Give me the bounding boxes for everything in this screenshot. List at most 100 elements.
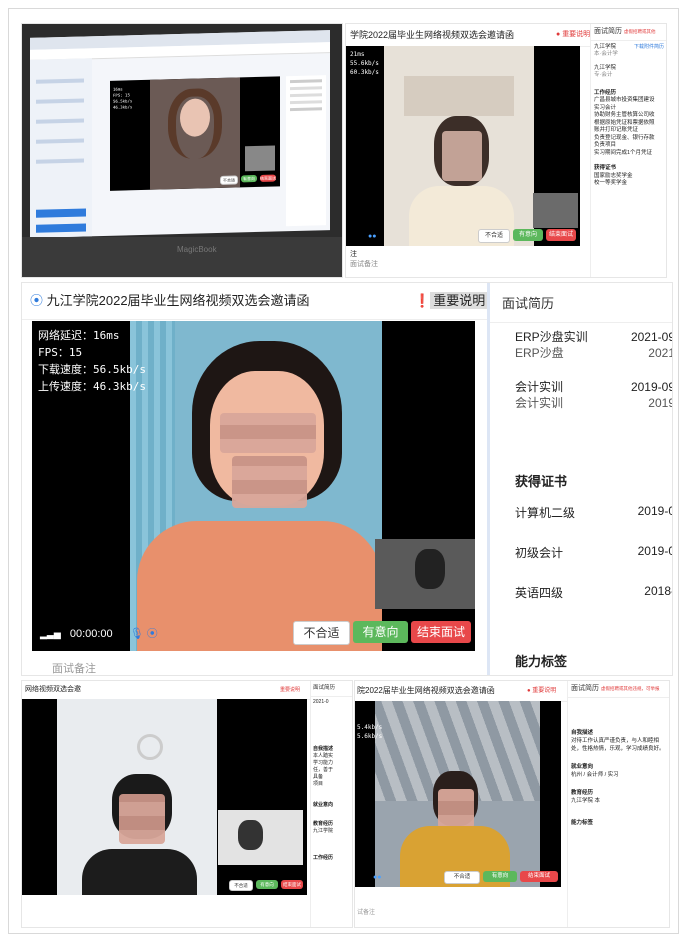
certs-title: 获得证书 xyxy=(515,474,568,489)
call-timer: 00:00:00 xyxy=(69,628,113,640)
stat-latency: 网络延迟：16ms xyxy=(38,329,120,342)
self-desc-title: 自我描述 xyxy=(571,730,594,736)
work-desc-1: 协助财务主管核算公司收 xyxy=(594,112,655,118)
skills-title: 能力标签 xyxy=(515,654,568,669)
certs-section-title: 获得证书 xyxy=(594,165,617,171)
training-section: ERP沙盘实训 2021-09 ERP沙盘 2021 会计实训 2019-09 会计实… xyxy=(515,329,672,411)
job-intent-text: 杭州 / 会计师 / 实习 xyxy=(571,772,619,778)
interested-button[interactable]: 有意向 xyxy=(513,229,543,241)
call-controls: 不合适 有意向 结束面试 xyxy=(478,229,576,243)
report-link[interactable]: 虚假招聘或其他违规，可举报 xyxy=(601,686,660,691)
camera-icon[interactable]: ⦿ xyxy=(147,628,158,640)
self-desc-title: 自我描述 xyxy=(313,746,334,752)
training-name-2: 会计实训 xyxy=(515,380,564,394)
job-intent-title: 就业意向 xyxy=(571,764,594,770)
work-desc-2: 根据原始凭证和票据依照 xyxy=(594,119,655,126)
stat-fps: FPS：15 xyxy=(38,346,83,359)
report-link[interactable]: 虚假招聘或其他 xyxy=(624,29,656,34)
interested-button[interactable]: 有意向 xyxy=(256,880,278,889)
training-date2-2: 2019 xyxy=(648,396,672,410)
job-intent-title: 就业意向 xyxy=(313,802,334,808)
sidebar-blue-button[interactable] xyxy=(36,208,86,218)
call-controls: 不合适 有意向 结束面试 xyxy=(444,871,558,884)
important-notice-link[interactable]: 重要说明 xyxy=(280,681,300,699)
resume-title-text: 面试简历 xyxy=(571,685,599,692)
stat-upload: 5.6kb/s xyxy=(357,733,383,740)
fan-icon xyxy=(137,734,163,760)
bottom-right-panel: 院2022届毕业生网络视频双选会邀请函 ● 重要说明 5.4kb/s 5.6kb… xyxy=(355,681,669,927)
resume-sidebar: 面试简历 虚假招聘或其他 九江学院 下载附件简历 本·会计学 九江学院 专·会计 … xyxy=(590,24,666,277)
interested-button[interactable]: 有意向 xyxy=(241,174,257,183)
download-resume-link[interactable]: 下载附件简历 xyxy=(634,44,664,52)
bottom-left-header: 网络视频双选会邀 重要说明 xyxy=(22,681,352,700)
work-title: 工作经历 xyxy=(313,855,334,861)
mic-icon[interactable]: ●● xyxy=(373,874,381,881)
work-desc-6: 实习期间完成1个月凭证 xyxy=(594,149,653,156)
edu-school-1: 九江学院 xyxy=(594,43,617,50)
reject-button[interactable]: 不合适 xyxy=(293,621,350,645)
main-interview-panel: ⦿ 九江学院2022届毕业生网络视频双选会邀请函 ❗ 重要说明 网络延迟：16ms… xyxy=(22,283,672,675)
sidebar-blue-button-2[interactable] xyxy=(36,223,86,233)
mic-icon[interactable]: 🎙 xyxy=(130,628,144,640)
end-interview-button[interactable]: 结束面试 xyxy=(281,880,303,889)
interested-button[interactable]: 有意向 xyxy=(353,621,408,643)
stat-upload: 60.3kb/s xyxy=(350,69,379,76)
resume-title: 面试简历 xyxy=(311,681,352,697)
work-role: 实习会计 xyxy=(594,104,617,111)
important-notice-link[interactable]: ❗ 重要说明 xyxy=(414,283,489,319)
connection-stats: 5.4kb/s 5.6kb/s xyxy=(357,723,382,741)
cert-date-3: 2018- xyxy=(644,584,672,598)
training-item-1: ERP沙盘实训 2021-09 xyxy=(515,329,672,345)
training-date2-1: 2021 xyxy=(648,346,672,360)
training-item-2: 会计实训 2019-09 xyxy=(515,379,672,395)
cert-item-2: 初级会计 2019-0 xyxy=(515,544,672,584)
candidate-feed xyxy=(130,321,382,651)
stat-download: 5.4kb/s xyxy=(357,724,383,731)
training-date-1: 2021-09 xyxy=(630,330,672,344)
end-interview-button[interactable]: 结束面试 xyxy=(520,871,558,882)
reject-button[interactable]: 不合适 xyxy=(478,229,510,243)
self-desc-4: 具备 xyxy=(313,774,324,780)
cert-name-3: 英语四级 xyxy=(515,586,564,600)
laptop-resume-side xyxy=(286,75,326,227)
signal-icon: ▂▃▅ xyxy=(40,629,61,639)
skills-title: 能力标签 xyxy=(571,820,594,826)
stat-latency: 21ms xyxy=(350,51,365,58)
candidate-feed xyxy=(57,699,217,895)
resume-title: 面试简历 虚假招聘或其他 xyxy=(591,24,666,41)
self-desc-2: 学习能力 xyxy=(313,760,334,766)
important-notice-link[interactable]: ● 重要说明 xyxy=(556,24,590,46)
top-right-panel: 学院2022届毕业生网络视频双选会邀请函 ● 重要说明 21ms 55.6kb/… xyxy=(346,24,666,277)
reject-button[interactable]: 不合适 xyxy=(229,880,253,891)
candidate-feed xyxy=(384,46,534,246)
laptop-stats: 16ms FPS: 15 56.5kb/s 46.3kb/s xyxy=(113,86,132,111)
end-interview-button[interactable]: 结束面试 xyxy=(411,621,471,643)
interested-button[interactable]: 有意向 xyxy=(483,871,517,882)
laptop-screen: 16ms FPS: 15 56.5kb/s 46.3kb/s 不合适 有意向 结… xyxy=(30,30,330,238)
connection-stats: 21ms 55.6kb/s 60.3kb/s xyxy=(350,50,379,77)
self-desc-1: 本人踏实 xyxy=(313,753,334,759)
self-preview xyxy=(218,810,303,865)
reject-button[interactable]: 不合适 xyxy=(220,175,238,185)
main-video-area: 网络延迟：16ms FPS：15 下载速度：56.5kb/s 上传速度：46.3… xyxy=(32,321,475,651)
stat-upload: 上传速度：46.3kb/s xyxy=(38,380,146,393)
important-notice-link[interactable]: ● 重要说明 xyxy=(527,681,556,701)
mic-icon[interactable]: ●● xyxy=(368,233,376,240)
sidebar-nav xyxy=(30,58,92,238)
laptop-stat-down: 56.5kb/s xyxy=(113,98,133,104)
notice-label: 重要说明 xyxy=(430,292,489,309)
end-interview-button[interactable]: 结束面试 xyxy=(546,229,576,241)
edu-major-2: 专·会计 xyxy=(594,72,613,78)
education-title: 教育经历 xyxy=(313,821,334,827)
self-preview xyxy=(375,539,475,609)
reject-button[interactable]: 不合适 xyxy=(444,871,480,884)
stat-download: 下载速度：56.5kb/s xyxy=(38,363,146,376)
collage-frame: 16ms FPS: 15 56.5kb/s 46.3kb/s 不合适 有意向 结… xyxy=(8,8,679,934)
video-area: 21ms 55.6kb/s 60.3kb/s ●● 不合适 有意向 结束面试 xyxy=(346,46,580,246)
end-interview-button[interactable]: 结束面试 xyxy=(260,174,276,182)
resume-title: 面试简历 xyxy=(490,283,672,323)
notes-placeholder[interactable]: 面试备注 xyxy=(350,260,378,270)
training-sub-2: 会计实训 xyxy=(515,396,564,410)
self-desc-text: 对待工作认真严谨负责，与人和睦相处，性格热情，乐观，学习成绩良好。 xyxy=(571,738,665,752)
self-desc-3: 任，善于 xyxy=(313,767,334,773)
